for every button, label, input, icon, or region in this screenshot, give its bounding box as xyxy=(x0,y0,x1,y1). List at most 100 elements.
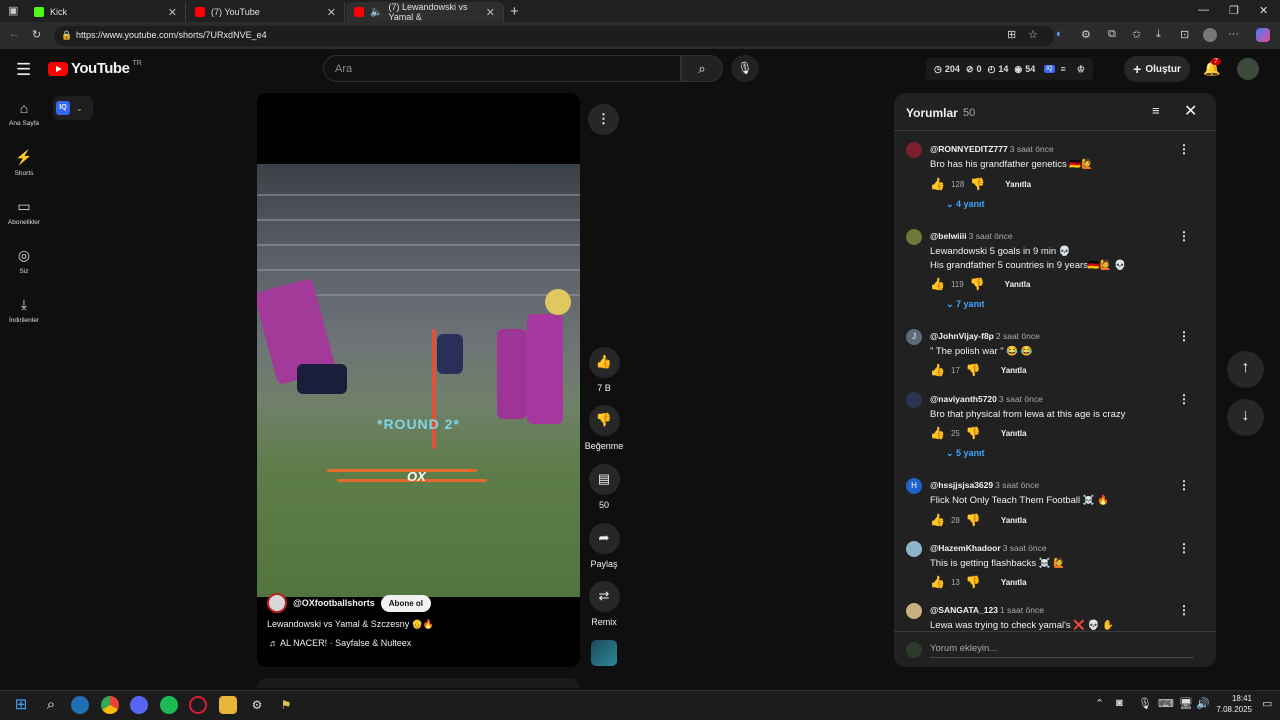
comment-author[interactable]: @SANGATA_123 1 saat önce xyxy=(930,605,1044,615)
extension-stats-bar[interactable]: ◷ 204 ⊘ 0 ◴ 14 ◉ 54 IQ ≡ ♔ xyxy=(926,58,1093,80)
restore-icon[interactable]: ❐ xyxy=(1229,4,1239,17)
screenshot-icon[interactable]: ⊡ xyxy=(1180,28,1189,41)
comment-menu-icon[interactable]: ⋮ xyxy=(1178,478,1190,492)
close-tab-icon[interactable]: ✕ xyxy=(486,6,495,19)
spotify-icon[interactable] xyxy=(160,696,178,714)
comment-menu-icon[interactable]: ⋮ xyxy=(1178,603,1190,617)
search-icon[interactable]: ⌕ xyxy=(42,696,60,714)
sidebar-item-subscriptions[interactable]: ▭ Abonelikler xyxy=(6,198,42,226)
user-avatar[interactable] xyxy=(1237,58,1259,80)
favorites-icon[interactable]: ✩ xyxy=(1132,28,1141,41)
reply-button[interactable]: Yanıtla xyxy=(1001,429,1027,438)
system-clock[interactable]: 18:41 7.08.2025 xyxy=(1208,693,1252,715)
favorite-star-icon[interactable]: ☆ xyxy=(1028,28,1038,41)
share-button[interactable]: ➦ Paylaş xyxy=(584,523,624,569)
next-short-button[interactable]: ↓ xyxy=(1227,399,1264,436)
list-icon[interactable]: ≡ xyxy=(1061,64,1066,74)
commenter-avatar[interactable] xyxy=(906,229,922,245)
close-window-icon[interactable]: ✕ xyxy=(1259,4,1268,17)
view-replies-button[interactable]: ⌄ 7 yanıt xyxy=(946,299,985,310)
channel-name[interactable]: @OXfootballshorts xyxy=(293,598,375,608)
extensions-icon[interactable]: ⧉ xyxy=(1108,28,1116,41)
view-replies-button[interactable]: ⌄ 5 yanıt xyxy=(946,448,985,459)
next-short-preview[interactable] xyxy=(257,678,580,688)
tab-youtube[interactable]: (7) YouTube ✕ xyxy=(187,2,345,22)
opera-icon[interactable] xyxy=(189,696,207,714)
comment-menu-icon[interactable]: ⋮ xyxy=(1178,142,1190,156)
discord-icon[interactable] xyxy=(130,696,148,714)
thumbs-up-icon[interactable]: 👍 xyxy=(930,426,945,440)
thumbs-down-icon[interactable]: 👎 xyxy=(966,513,981,527)
sound-thumbnail[interactable] xyxy=(591,640,617,666)
thumbs-up-icon[interactable]: 👍 xyxy=(930,513,945,527)
search-button[interactable]: ⌕ xyxy=(681,55,723,82)
sidebar-item-downloads[interactable]: ⤓ İndirilenler xyxy=(6,296,42,324)
url-input[interactable]: 🔒 https://www.youtube.com/shorts/7URxdNV… xyxy=(54,26,1054,46)
comment-menu-icon[interactable]: ⋮ xyxy=(1178,329,1190,343)
profile-avatar[interactable] xyxy=(1203,28,1217,42)
read-aloud-icon[interactable]: ◐ xyxy=(1056,28,1063,40)
thumbs-down-icon[interactable]: 👎 xyxy=(966,363,981,377)
app-icon[interactable]: ⚙ xyxy=(248,696,266,714)
hamburger-menu-icon[interactable]: ☰ xyxy=(16,60,31,80)
network-icon[interactable]: 🖥 xyxy=(1179,697,1193,710)
search-input[interactable]: Ara xyxy=(323,55,681,82)
downloads-icon[interactable]: ⤓ xyxy=(1156,28,1161,41)
create-button[interactable]: + Oluştur xyxy=(1124,56,1190,82)
reply-button[interactable]: Yanıtla xyxy=(1001,578,1027,587)
tab-kick[interactable]: Kick ✕ xyxy=(26,2,186,22)
windows-start-icon[interactable]: ⊞ xyxy=(12,696,30,714)
like-button[interactable]: 👍 7 B xyxy=(584,347,624,393)
reply-button[interactable]: Yanıtla xyxy=(1001,366,1027,375)
add-comment-input[interactable]: Yorum ekleyin... xyxy=(930,643,1194,658)
previous-short-button[interactable]: ↑ xyxy=(1227,351,1264,388)
commenter-avatar[interactable] xyxy=(906,392,922,408)
back-icon[interactable]: ← xyxy=(9,28,20,40)
close-tab-icon[interactable]: ✕ xyxy=(327,6,336,19)
thumbs-up-icon[interactable]: 👍 xyxy=(930,177,945,191)
channel-avatar[interactable] xyxy=(267,593,287,613)
mic-tray-icon[interactable]: 🎙 xyxy=(1138,697,1152,710)
extension-icon[interactable]: ⚙ xyxy=(1081,28,1091,41)
commenter-avatar[interactable]: J xyxy=(906,329,922,345)
refresh-icon[interactable]: ↻ xyxy=(32,28,41,41)
iq-extension-button[interactable]: IQ ⌄ xyxy=(53,96,93,120)
thumbs-up-icon[interactable]: 👍 xyxy=(930,277,945,291)
close-icon[interactable]: ✕ xyxy=(1184,101,1197,121)
comment-menu-icon[interactable]: ⋮ xyxy=(1178,392,1190,406)
sidebar-item-you[interactable]: ◎ Siz xyxy=(6,247,42,275)
app-available-icon[interactable]: ⊞ xyxy=(1007,28,1016,41)
thumbs-down-icon[interactable]: 👎 xyxy=(966,575,981,589)
comments-button[interactable]: ▤ 50 xyxy=(584,464,624,510)
sidebar-item-shorts[interactable]: ⚡ Shorts xyxy=(6,149,42,177)
more-options-button[interactable]: ⋮ xyxy=(588,104,619,135)
sidebar-item-home[interactable]: ⌂ Ana Sayfa xyxy=(6,100,42,127)
comment-author[interactable]: @HazemKhadoor 3 saat önce xyxy=(930,543,1047,553)
comment-author[interactable]: @JohnVijay-f8p 2 saat önce xyxy=(930,331,1040,341)
comment-author[interactable]: @belwiiii 3 saat önce xyxy=(930,231,1013,241)
copilot-icon[interactable] xyxy=(1256,28,1270,42)
comment-menu-icon[interactable]: ⋮ xyxy=(1178,229,1190,243)
tray-overflow-icon[interactable]: ⌃ xyxy=(1095,697,1104,710)
chrome-icon[interactable] xyxy=(101,696,119,714)
video-title[interactable]: Lewandowski vs Yamal & Szczesny 👴🔥 xyxy=(267,619,434,630)
tab-lewandowski-short[interactable]: 🔈 (7) Lewandowski vs Yamal & ✕ xyxy=(346,2,504,22)
music-link[interactable]: ♬ AL NACER! · Sayfalse & Nulteex xyxy=(269,638,411,648)
thumbs-down-icon[interactable]: 👎 xyxy=(970,177,985,191)
reply-button[interactable]: Yanıtla xyxy=(1001,516,1027,525)
comment-menu-icon[interactable]: ⋮ xyxy=(1178,541,1190,555)
reply-button[interactable]: Yanıtla xyxy=(1005,180,1031,189)
commenter-avatar[interactable] xyxy=(906,541,922,557)
tab-actions-icon[interactable]: ▣ xyxy=(8,4,18,17)
app-icon-2[interactable]: ⚑ xyxy=(277,696,295,714)
sort-icon[interactable]: ≡ xyxy=(1152,103,1160,118)
voice-search-button[interactable]: 🎙 xyxy=(731,55,759,82)
more-menu-icon[interactable]: ··· xyxy=(1228,28,1239,40)
edge-icon[interactable] xyxy=(71,696,89,714)
view-replies-button[interactable]: ⌄ 4 yanıt xyxy=(946,199,985,210)
thumbs-down-icon[interactable]: 👎 xyxy=(966,426,981,440)
remix-button[interactable]: ⇄ Remix xyxy=(584,581,624,627)
reply-button[interactable]: Yanıtla xyxy=(1005,280,1031,289)
keyboard-icon[interactable]: ⌨ xyxy=(1158,697,1174,710)
file-explorer-icon[interactable] xyxy=(219,696,237,714)
